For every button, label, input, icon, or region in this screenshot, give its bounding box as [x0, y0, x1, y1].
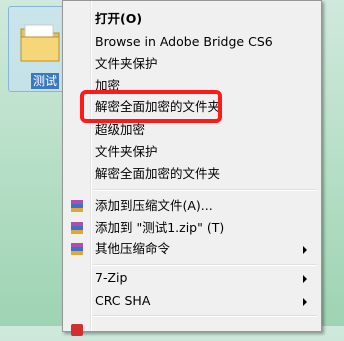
menu-item-super-encrypt[interactable]: 超级加密	[65, 119, 319, 141]
folder-icon	[20, 24, 60, 62]
menu-item-7zip[interactable]: 7-Zip	[65, 267, 319, 289]
menu-item-decrypt-folder[interactable]: 解密全面加密的文件夹	[65, 96, 319, 118]
winrar-archive-icon	[71, 200, 83, 212]
menu-item-other-compress[interactable]: 其他压缩命令	[65, 238, 319, 260]
menu-item-add-to-archive[interactable]: 添加到压缩文件(A)...	[65, 195, 319, 217]
menu-item-folder-protect-2[interactable]: 文件夹保护	[65, 141, 319, 163]
menu-item-encrypt[interactable]: 加密	[65, 75, 319, 97]
submenu-arrow-icon	[303, 275, 307, 283]
menu-separator	[93, 189, 317, 191]
winrar-archive-icon	[71, 243, 83, 255]
menu-item-adobe-bridge[interactable]: Browse in Adobe Bridge CS6	[65, 31, 319, 53]
menu-item-add-to-zip[interactable]: 添加到 "测试1.zip" (T)	[65, 217, 319, 239]
menu-item-open[interactable]: 打开(O)	[65, 8, 319, 30]
menu-item-decrypt-folder-2[interactable]: 解密全面加密的文件夹	[65, 163, 319, 185]
menu-separator	[93, 315, 317, 317]
context-menu: 打开(O) Browse in Adobe Bridge CS6 文件夹保护 加…	[62, 0, 322, 336]
winrar-archive-icon	[71, 222, 83, 234]
menu-item-crc-sha[interactable]: CRC SHA	[65, 290, 319, 312]
menu-item-folder-protect[interactable]: 文件夹保护	[65, 53, 319, 75]
red-app-icon	[71, 324, 83, 336]
submenu-arrow-icon	[303, 246, 307, 254]
menu-separator	[93, 264, 317, 266]
desktop-file-label: 测试	[31, 73, 60, 89]
submenu-arrow-icon	[303, 298, 307, 306]
menu-item-partial-cutoff[interactable]	[65, 319, 319, 341]
